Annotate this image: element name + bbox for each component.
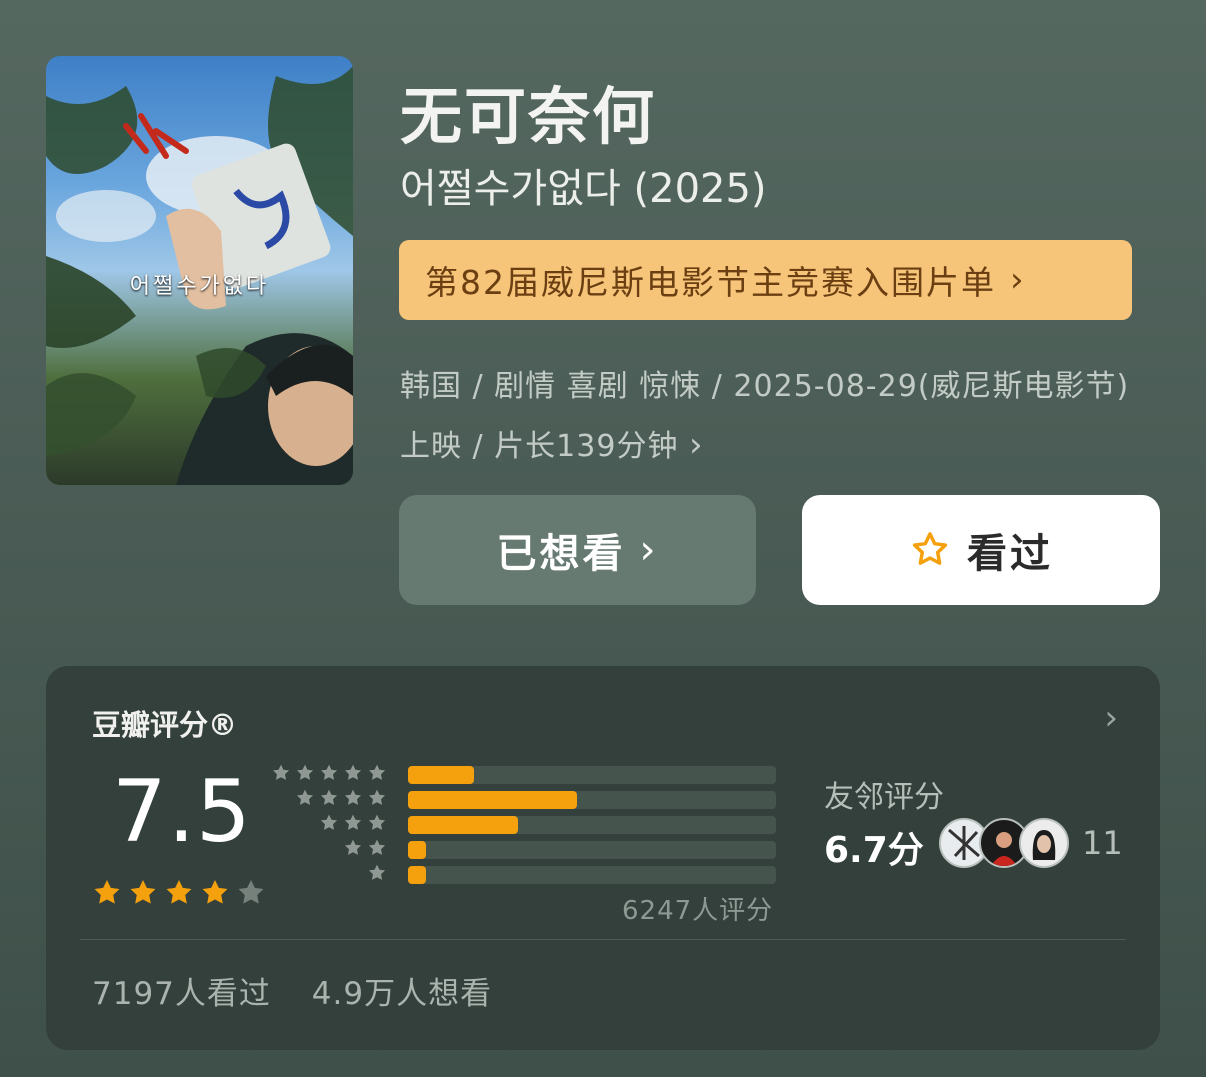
star-icon (344, 839, 362, 855)
distribution-bar (408, 791, 578, 809)
seen-count[interactable]: 7197人看过 (92, 976, 271, 1012)
distribution-row (282, 814, 782, 834)
distribution-row (282, 789, 782, 809)
chevron-right-icon: › (1010, 260, 1026, 300)
distribution-bar (408, 816, 519, 834)
seen-button-label: 看过 (967, 531, 1053, 577)
distribution-stars (366, 862, 390, 884)
friends-rating-label: 友邻评分 (824, 780, 944, 815)
meta-text: 韩国 / 剧情 喜剧 惊悚 / 2025-08-29(威尼斯电影节) 上映 / … (400, 369, 1130, 464)
distribution-track (408, 791, 776, 809)
star-icon (368, 839, 386, 855)
star-icon (344, 789, 362, 805)
star-outline-icon (912, 532, 948, 565)
star-icon (344, 814, 362, 830)
distribution-stars (342, 837, 390, 859)
award-label: 第82届威尼斯电影节主竞赛入围片单 (425, 263, 996, 302)
divider (80, 939, 1126, 940)
movie-title: 无可奈何 (400, 80, 657, 153)
distribution-stars (318, 812, 390, 834)
distribution-stars (294, 787, 390, 809)
distribution-bar (408, 866, 427, 884)
distribution-row (272, 764, 782, 784)
star-icon (368, 814, 386, 830)
distribution-track (408, 841, 776, 859)
distribution-track (408, 866, 776, 884)
distribution-track (408, 816, 776, 834)
rating-card: 豆瓣评分® › 7.5 6247人评分 友邻评分 6.7分 11 7197人看过… (46, 666, 1160, 1050)
movie-meta[interactable]: 韩国 / 剧情 喜剧 惊悚 / 2025-08-29(威尼斯电影节) 上映 / … (400, 358, 1140, 476)
chevron-right-icon[interactable]: › (1104, 698, 1118, 738)
star-icon (296, 789, 314, 805)
star-icon (368, 864, 386, 880)
movie-poster[interactable]: 어쩔수가없다 (46, 56, 353, 485)
friends-count: 11 (1082, 824, 1123, 862)
star-icon (368, 789, 386, 805)
star-icon (130, 879, 156, 904)
wish-button-label: 已想看 (496, 531, 626, 577)
distribution-bar (408, 841, 427, 859)
movie-original-title: 어쩔수가없다 (2025) (400, 166, 767, 212)
rating-header: 豆瓣评分® (92, 708, 238, 742)
star-icon (320, 814, 338, 830)
star-icon (94, 879, 120, 904)
distribution-bar (408, 766, 475, 784)
star-icon (344, 764, 362, 780)
audience-stats: 7197人看过 4.9万人想看 (92, 968, 492, 1013)
star-icon (320, 789, 338, 805)
star-icon (166, 879, 192, 904)
rating-score: 7.5 (112, 762, 252, 862)
poster-title: 어쩔수가없다 (129, 274, 270, 299)
friends-rating-score: 6.7分 (824, 830, 924, 871)
seen-button[interactable]: 看过 (802, 495, 1160, 605)
award-banner[interactable]: 第82届威尼斯电影节主竞赛入围片单 › (399, 240, 1132, 320)
rating-stars (90, 876, 270, 914)
wish-button[interactable]: 已想看 › (399, 495, 756, 605)
wish-count[interactable]: 4.9万人想看 (312, 976, 492, 1012)
star-icon (368, 764, 386, 780)
distribution-stars (270, 762, 390, 784)
star-icon (238, 879, 264, 904)
avatar (1019, 818, 1069, 868)
distribution-row (282, 864, 782, 884)
star-icon (272, 764, 290, 780)
distribution-row (282, 839, 782, 859)
star-icon (296, 764, 314, 780)
chevron-right-icon: › (689, 425, 704, 465)
rating-count: 6247人评分 (622, 896, 774, 926)
chevron-right-icon: › (639, 527, 659, 573)
star-icon (202, 879, 228, 904)
distribution-track (408, 766, 776, 784)
star-icon (320, 764, 338, 780)
